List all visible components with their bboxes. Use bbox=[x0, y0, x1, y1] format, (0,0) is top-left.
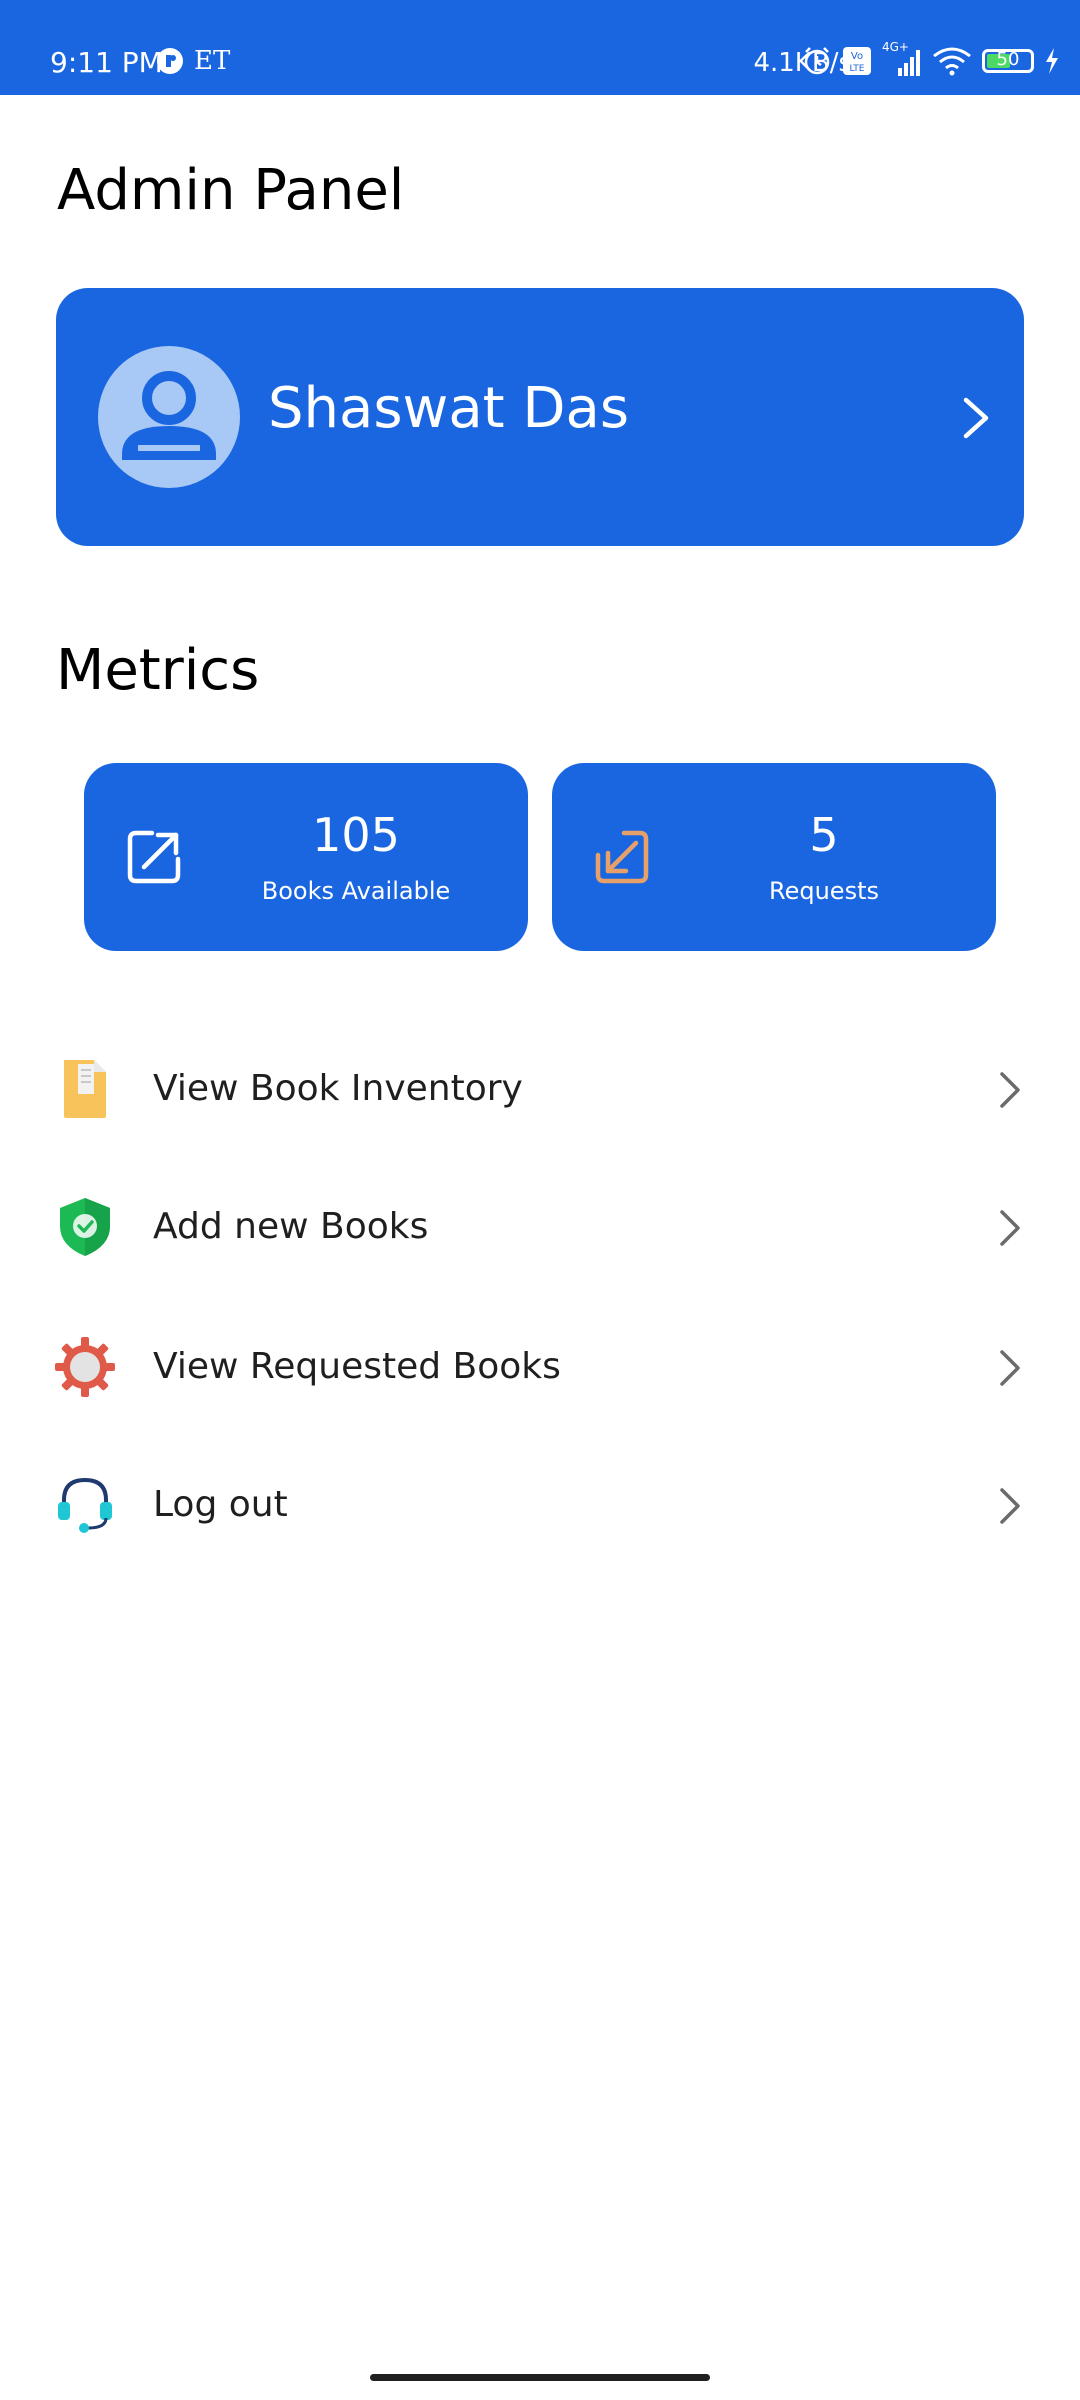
home-indicator[interactable] bbox=[370, 2374, 710, 2381]
menu-item-add-new-books[interactable]: Add new Books bbox=[0, 1176, 1080, 1276]
chevron-right-icon bbox=[1000, 1210, 1020, 1246]
metrics-heading: Metrics bbox=[56, 638, 260, 703]
notification-app-icon bbox=[157, 48, 183, 74]
et-icon: ET bbox=[194, 46, 231, 76]
alarm-icon bbox=[804, 47, 830, 75]
outgoing-arrow-icon bbox=[127, 830, 181, 884]
menu-item-view-book-inventory[interactable]: View Book Inventory bbox=[0, 1038, 1080, 1138]
document-icon bbox=[64, 1060, 106, 1118]
profile-card[interactable]: Shaswat Das bbox=[56, 288, 1024, 546]
wifi-icon bbox=[933, 47, 971, 76]
gear-icon bbox=[55, 1337, 115, 1397]
metric-label: Books Available bbox=[261, 877, 451, 905]
metric-label: Requests bbox=[769, 877, 879, 905]
chevron-right-icon bbox=[1000, 1072, 1020, 1108]
svg-text:Vo: Vo bbox=[851, 51, 863, 62]
metric-value: 105 bbox=[312, 808, 400, 862]
chevron-right-icon bbox=[963, 397, 989, 439]
headset-icon bbox=[58, 1477, 112, 1533]
page-title: Admin Panel bbox=[57, 158, 405, 223]
metric-value: 5 bbox=[809, 808, 839, 862]
status-right-icons: Vo LTE 4G+ 50 bbox=[802, 40, 1060, 78]
menu-item-label: View Requested Books bbox=[153, 1346, 561, 1387]
menu-item-label: View Book Inventory bbox=[153, 1068, 523, 1109]
battery-level: 50 bbox=[996, 49, 1020, 70]
chevron-right-icon bbox=[1000, 1488, 1020, 1524]
volte-icon: Vo LTE bbox=[843, 47, 871, 75]
status-left-icons: ET bbox=[156, 46, 230, 76]
menu-item-view-requested-books[interactable]: View Requested Books bbox=[0, 1316, 1080, 1416]
menu-item-label: Add new Books bbox=[153, 1206, 429, 1247]
incoming-arrow-icon bbox=[595, 830, 649, 884]
profile-name: Shaswat Das bbox=[268, 376, 630, 441]
status-time: 9:11 PM bbox=[50, 46, 163, 79]
admin-panel-screen: 9:11 PM ET 4.1KB/s Vo LTE 4G+ 50 Admin P… bbox=[0, 0, 1080, 2400]
battery-icon: 50 bbox=[982, 49, 1034, 73]
charging-icon bbox=[1046, 48, 1058, 74]
signal-icon: 4G+ bbox=[882, 40, 922, 78]
menu-item-label: Log out bbox=[153, 1484, 288, 1525]
user-avatar-icon bbox=[98, 346, 240, 488]
menu-item-log-out[interactable]: Log out bbox=[0, 1454, 1080, 1554]
metric-card-books-available[interactable]: 105 Books Available bbox=[84, 763, 528, 951]
status-bar: 9:11 PM ET 4.1KB/s Vo LTE 4G+ 50 bbox=[0, 0, 1080, 95]
svg-text:LTE: LTE bbox=[850, 64, 865, 74]
chevron-right-icon bbox=[1000, 1350, 1020, 1386]
shield-check-icon bbox=[60, 1198, 110, 1256]
metric-card-requests[interactable]: 5 Requests bbox=[552, 763, 996, 951]
